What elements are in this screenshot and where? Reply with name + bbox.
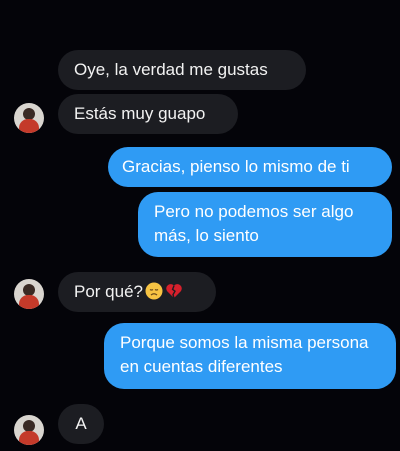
disappointed-face-icon <box>145 282 163 300</box>
outgoing-message[interactable]: Pero no podemos ser algo más, lo siento <box>138 192 392 257</box>
incoming-message[interactable]: Estás muy guapo <box>58 94 238 134</box>
chat-thread: Oye, la verdad me gustas Estás muy guapo… <box>0 0 400 451</box>
broken-heart-icon <box>165 282 183 300</box>
contact-avatar[interactable] <box>14 279 44 309</box>
message-text: Estás muy guapo <box>74 104 206 123</box>
outgoing-message[interactable]: Gracias, pienso lo mismo de ti <box>108 147 392 187</box>
message-text: Porque somos la misma persona en cuentas… <box>120 333 369 376</box>
contact-avatar[interactable] <box>14 415 44 445</box>
message-text: A <box>75 414 87 433</box>
message-text: Oye, la verdad me gustas <box>74 60 268 79</box>
incoming-message[interactable]: Oye, la verdad me gustas <box>58 50 306 90</box>
contact-avatar[interactable] <box>14 103 44 133</box>
message-text: Por qué? <box>74 282 143 301</box>
outgoing-message[interactable]: Porque somos la misma persona en cuentas… <box>104 323 396 389</box>
incoming-message[interactable]: Por qué? <box>58 272 216 312</box>
message-text: Gracias, pienso lo mismo de ti <box>122 157 350 176</box>
incoming-message[interactable]: A <box>58 404 104 444</box>
message-text: Pero no podemos ser algo más, lo siento <box>154 202 354 245</box>
